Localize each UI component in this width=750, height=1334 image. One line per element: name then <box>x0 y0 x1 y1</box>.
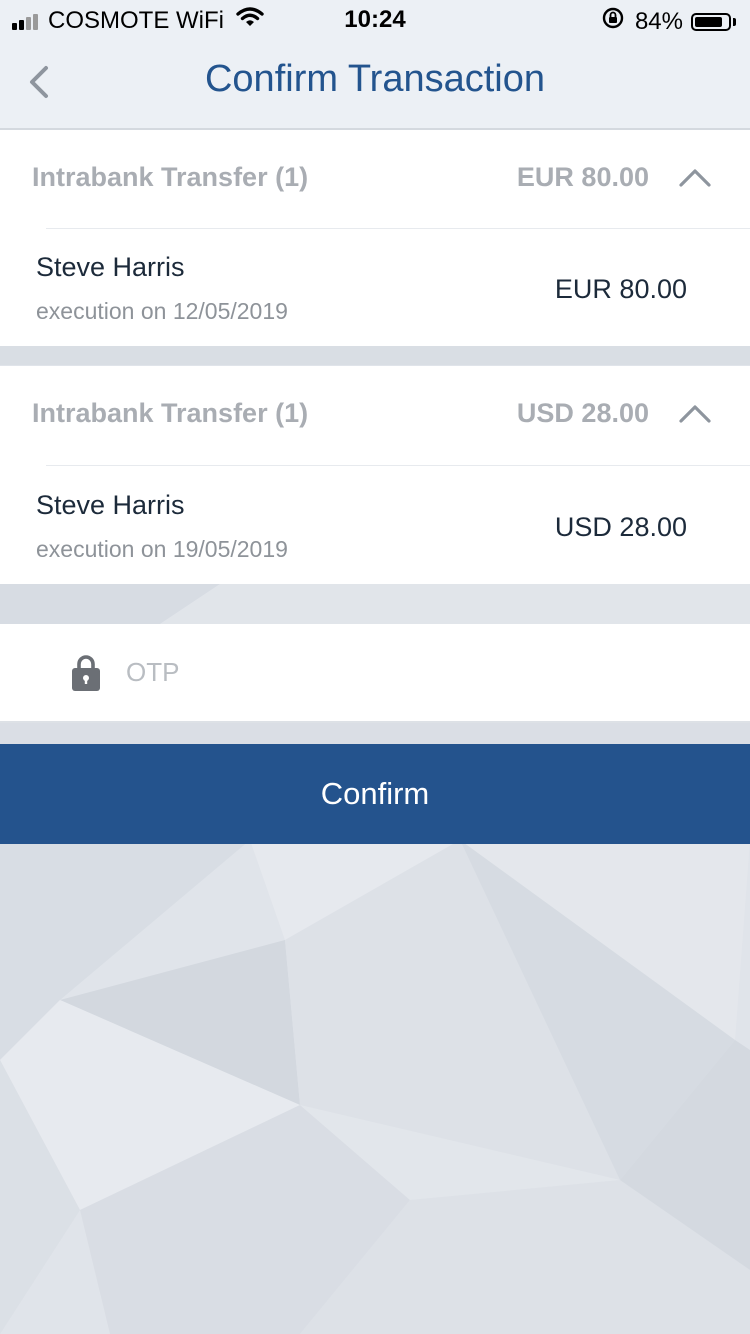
payee-name: Steve Harris <box>36 490 185 520</box>
payee-name: Steve Harris <box>36 252 185 282</box>
chevron-up-icon[interactable] <box>678 402 712 424</box>
transfer-group-card: Intrabank Transfer (1) EUR 80.00 Steve H… <box>0 130 750 346</box>
transfer-item[interactable]: Steve Harris execution on 19/05/2019 USD… <box>0 466 750 584</box>
transfer-group-title: Intrabank Transfer (1) <box>32 162 309 192</box>
battery-icon <box>691 12 731 31</box>
confirm-button[interactable]: Confirm <box>0 744 750 844</box>
navigation-bar: Confirm Transaction <box>0 40 750 130</box>
page-title: Confirm Transaction <box>204 58 545 100</box>
transfer-item[interactable]: Steve Harris execution on 12/05/2019 EUR… <box>0 228 750 346</box>
lock-icon <box>72 655 100 691</box>
battery-level <box>695 16 722 27</box>
status-right: 84% <box>601 6 736 37</box>
otp-input[interactable] <box>118 644 734 700</box>
execution-date: execution on 12/05/2019 <box>36 298 288 324</box>
battery-tip <box>733 17 736 26</box>
execution-date: execution on 19/05/2019 <box>36 536 288 562</box>
transfer-group-total: EUR 80.00 <box>516 162 649 192</box>
otp-field-row <box>0 624 750 723</box>
battery-percent: 84% <box>634 7 683 35</box>
status-bar: COSMOTE WiFi 10:24 84% <box>0 0 750 40</box>
transfer-amount: USD 28.00 <box>554 512 687 542</box>
transfer-amount: EUR 80.00 <box>554 274 687 304</box>
transfer-group-title: Intrabank Transfer (1) <box>32 398 309 428</box>
transfer-group-total: USD 28.00 <box>516 398 649 428</box>
transfer-group-header[interactable]: Intrabank Transfer (1) EUR 80.00 <box>0 130 750 229</box>
chevron-up-icon[interactable] <box>678 166 712 188</box>
transfer-group-header[interactable]: Intrabank Transfer (1) USD 28.00 <box>0 366 750 466</box>
orientation-lock-icon <box>601 6 625 37</box>
transfer-group-card: Intrabank Transfer (1) USD 28.00 Steve H… <box>0 366 750 584</box>
